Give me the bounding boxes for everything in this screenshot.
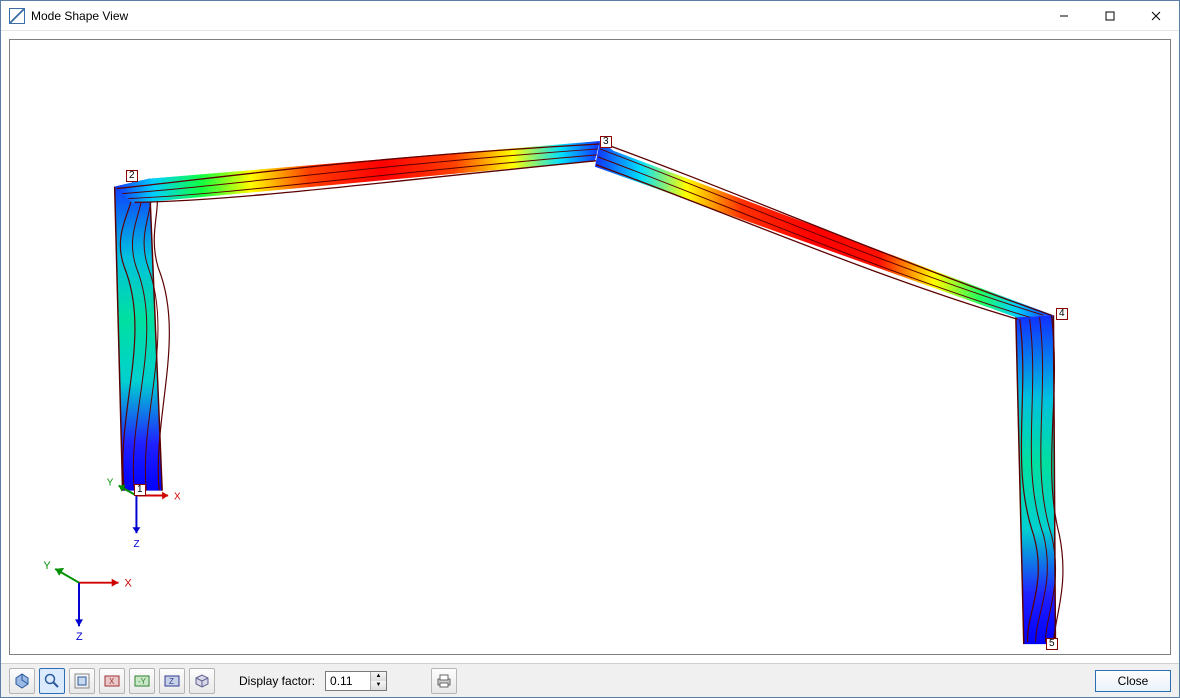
svg-text:X: X — [109, 677, 115, 686]
svg-text:Z: Z — [133, 539, 139, 550]
fit-view-button[interactable] — [69, 668, 95, 694]
svg-text:X: X — [125, 578, 133, 590]
svg-text:-Y: -Y — [138, 677, 147, 686]
left-rafter — [115, 141, 600, 203]
display-factor-up[interactable]: ▲ — [371, 672, 386, 681]
mode-shape-render: X Z Y X Z Y — [10, 40, 1170, 654]
svg-text:X: X — [174, 492, 181, 503]
global-axis-triad: X Z Y — [43, 560, 132, 643]
svg-text:Y: Y — [107, 478, 114, 489]
app-icon — [9, 8, 25, 24]
zoom-button[interactable] — [39, 668, 65, 694]
view-x-button[interactable]: X — [99, 668, 125, 694]
svg-text:Z: Z — [169, 677, 174, 686]
node-1-label: 1 — [134, 484, 146, 496]
titlebar: Mode Shape View — [1, 1, 1179, 31]
left-column — [115, 179, 170, 491]
display-factor-spinbox[interactable]: ▲ ▼ — [325, 671, 387, 691]
right-rafter — [595, 141, 1054, 319]
view-y-button[interactable]: -Y — [129, 668, 155, 694]
maximize-button[interactable] — [1087, 1, 1133, 31]
node-2-label: 2 — [126, 170, 138, 182]
node-4-label: 4 — [1056, 308, 1068, 320]
right-column — [1016, 315, 1063, 644]
svg-text:Z: Z — [76, 631, 83, 643]
close-button[interactable]: Close — [1095, 670, 1171, 692]
svg-text:Y: Y — [43, 560, 51, 572]
close-window-button[interactable] — [1133, 1, 1179, 31]
display-factor-label: Display factor: — [239, 674, 315, 688]
window-title: Mode Shape View — [31, 9, 128, 23]
print-button[interactable] — [431, 668, 457, 694]
iso-view-button[interactable] — [189, 668, 215, 694]
node-3-label: 3 — [600, 136, 612, 148]
display-factor-input[interactable] — [326, 672, 370, 690]
display-factor-down[interactable]: ▼ — [371, 681, 386, 690]
app-window: Mode Shape View — [0, 0, 1180, 698]
statusbar: X -Y Z Display factor: ▲ ▼ Close — [1, 663, 1179, 697]
minimize-button[interactable] — [1041, 1, 1087, 31]
view-z-button[interactable]: Z — [159, 668, 185, 694]
viewport[interactable]: X Z Y X Z Y 1 2 3 — [9, 39, 1171, 655]
rotate-view-button[interactable] — [9, 668, 35, 694]
node-5-label: 5 — [1046, 638, 1058, 650]
